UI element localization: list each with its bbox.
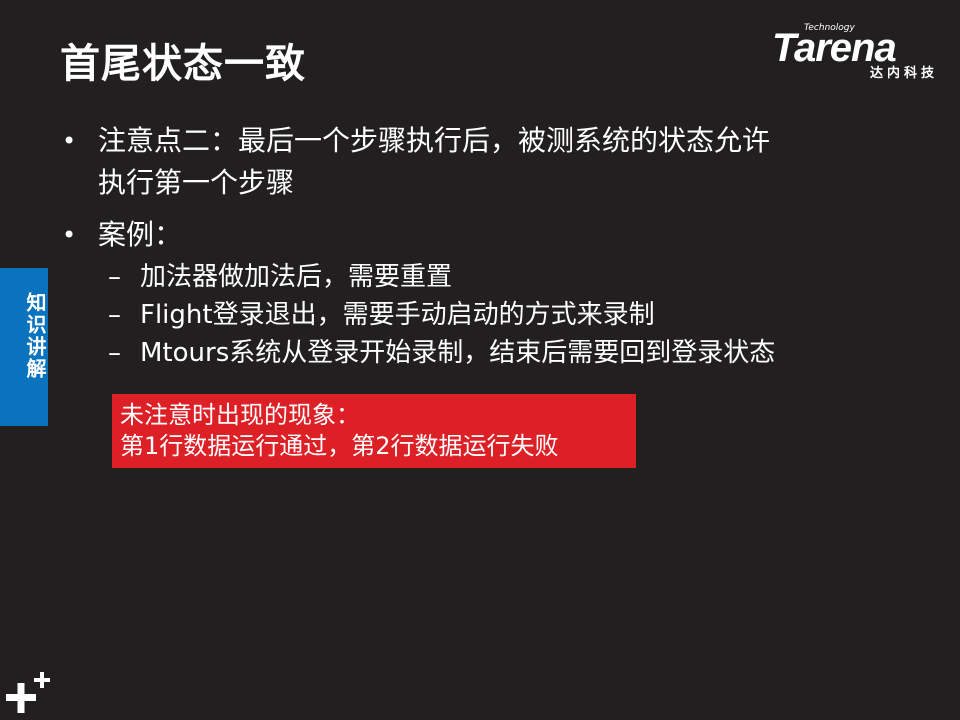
bullet-text: 案例：	[98, 218, 183, 251]
note-line: 未注意时出现的现象：	[120, 401, 360, 429]
side-tab-label-text: 知识讲解	[23, 292, 47, 380]
sub-bullet-text: Mtours系统从登录开始录制，结束后需要回到登录状态	[140, 338, 776, 368]
bullet-item: • 案例：	[62, 214, 902, 256]
sub-bullet-item: – 加法器做加法后，需要重置	[108, 258, 902, 296]
tarena-logo: Technology Tarena 达内科技	[772, 22, 942, 86]
bullet-item: • 注意点二：最后一个步骤执行后，被测系统的状态允许 执行第一个步骤	[62, 120, 902, 204]
logo-wordmark: Tarena	[772, 26, 897, 70]
dash-icon: –	[108, 300, 121, 330]
sub-bullet-list: – 加法器做加法后，需要重置 – Flight登录退出，需要手动启动的方式来录制…	[108, 258, 902, 372]
plus-icon	[6, 672, 50, 713]
bullet-dot-icon: •	[62, 127, 77, 155]
note-box: 未注意时出现的现象： 第1行数据运行通过，第2行数据运行失败	[112, 394, 636, 468]
sub-bullet-item: – Flight登录退出，需要手动启动的方式来录制	[108, 296, 902, 334]
bullet-list: • 注意点二：最后一个步骤执行后，被测系统的状态允许 执行第一个步骤 • 案例：…	[62, 120, 902, 372]
dash-icon: –	[108, 338, 121, 368]
sub-bullet-text: Flight登录退出，需要手动启动的方式来录制	[140, 300, 655, 330]
bullet-dot-icon: •	[62, 221, 77, 249]
side-tab-label: 知识讲解	[0, 292, 48, 380]
note-line: 第1行数据运行通过，第2行数据运行失败	[120, 432, 559, 460]
sub-bullet-item: – Mtours系统从登录开始录制，结束后需要回到登录状态	[108, 334, 902, 372]
bullet-text-line: 注意点二：最后一个步骤执行后，被测系统的状态允许	[98, 124, 771, 157]
sub-bullet-text: 加法器做加法后，需要重置	[140, 262, 453, 292]
dash-icon: –	[108, 262, 121, 292]
slide-title: 首尾状态一致	[60, 41, 306, 87]
side-tab: 知识讲解	[0, 268, 48, 426]
bullet-text-line: 执行第一个步骤	[98, 166, 295, 199]
logo-chinese-text: 达内科技	[869, 66, 938, 81]
